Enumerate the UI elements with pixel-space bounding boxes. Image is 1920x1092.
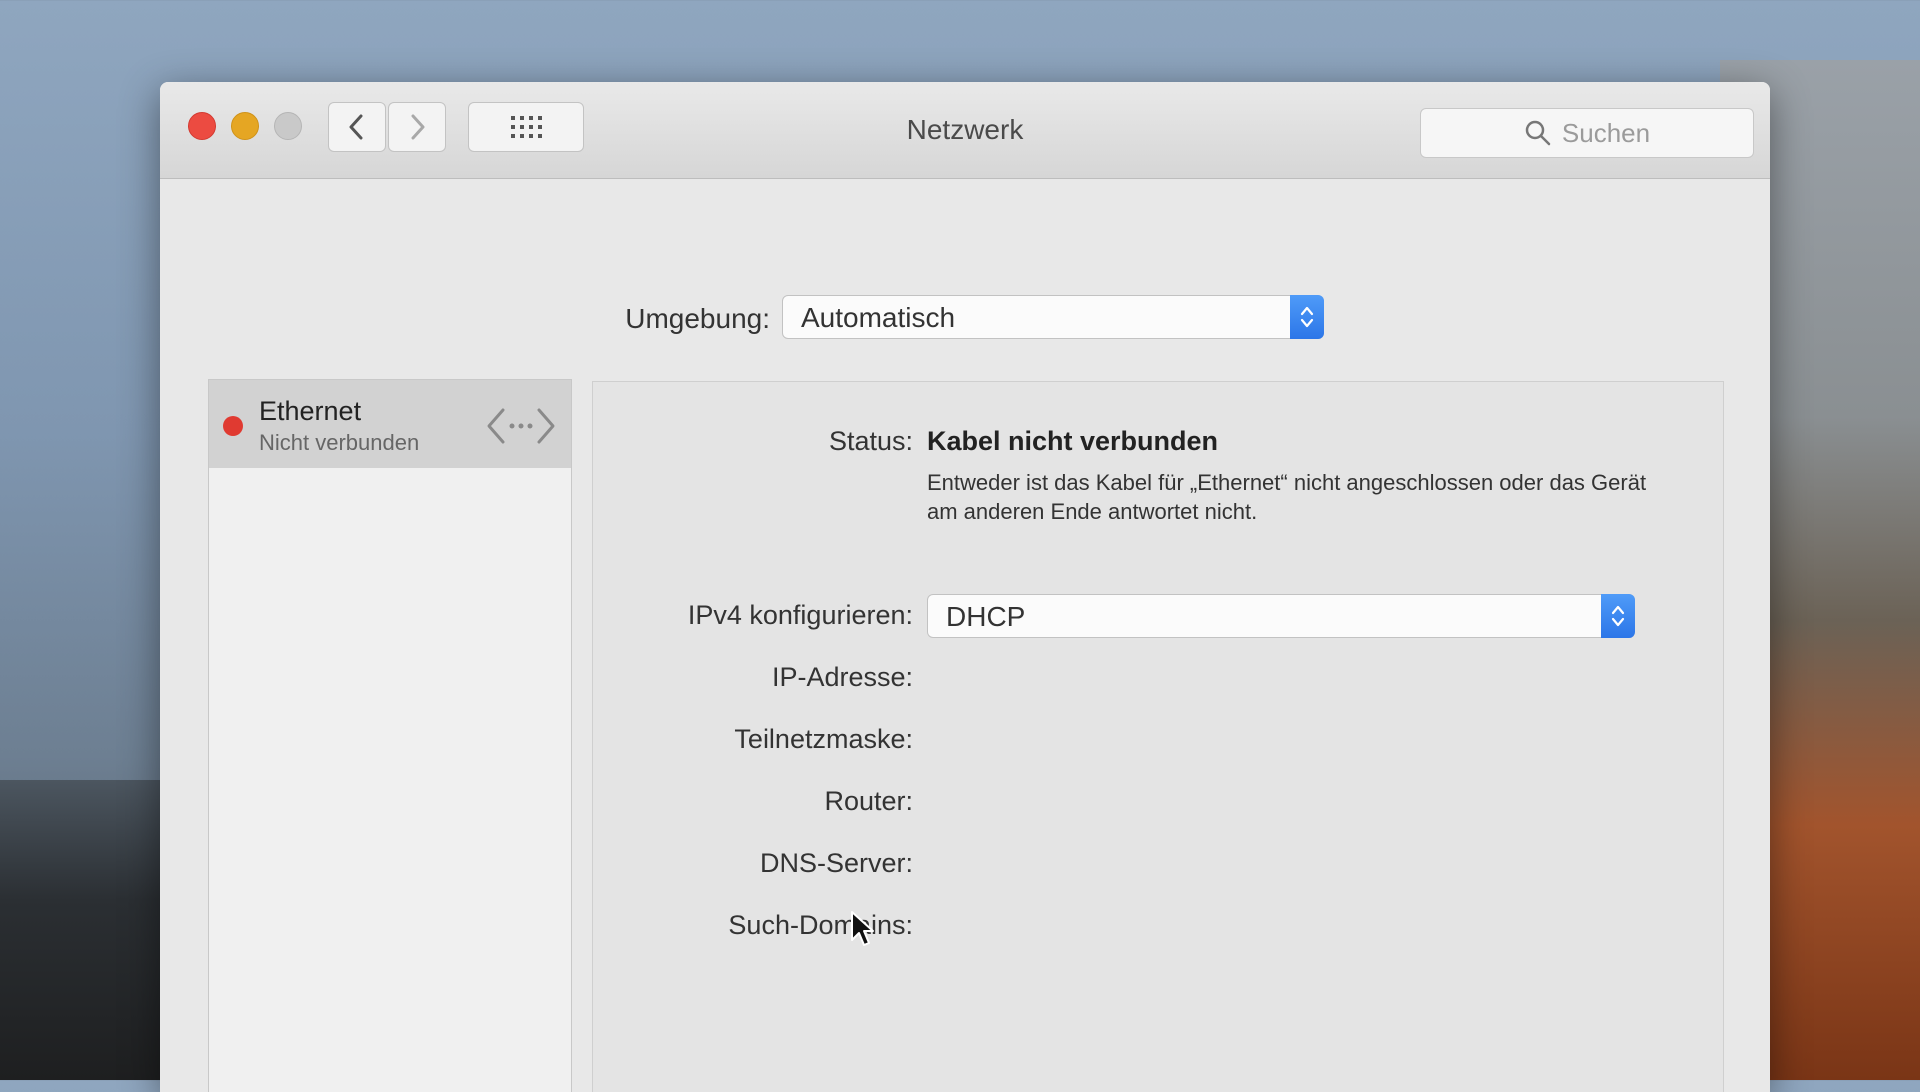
service-detail-pane: Status: Kabel nicht verbunden Entweder i…	[592, 381, 1724, 1092]
ipv4-value: DHCP	[946, 601, 1026, 632]
location-value: Automatisch	[801, 302, 956, 333]
search-icon	[1525, 120, 1551, 146]
location-popup[interactable]: Automatisch	[782, 295, 1324, 339]
search-placeholder: Suchen	[1561, 117, 1651, 148]
location-label: Umgebung:	[625, 303, 770, 334]
ipv4-configure-popup[interactable]: DHCP	[927, 594, 1635, 638]
title-bar: Netzwerk Suchen	[160, 82, 1770, 179]
service-item-ethernet[interactable]: Ethernet Nicht verbunden	[209, 380, 571, 468]
popup-stepper	[1290, 295, 1324, 339]
up-down-chevron-icon	[1300, 306, 1314, 328]
status-label: Status:	[828, 426, 913, 456]
status-description: Entweder ist das Kabel für „Ethernet“ ni…	[927, 470, 1647, 524]
popup-stepper	[1601, 594, 1635, 638]
service-status: Nicht verbunden	[259, 430, 420, 455]
service-name: Ethernet	[259, 396, 362, 426]
ethernet-arrows-icon	[487, 408, 555, 444]
up-down-chevron-icon	[1611, 605, 1625, 627]
preferences-content: Umgebung: Automatisch Ethernet Nicht ver…	[160, 179, 1770, 1092]
network-preferences-window: Netzwerk Suchen Umgebung: Automatisch Et	[160, 82, 1770, 1092]
status-dot	[223, 416, 243, 436]
service-list: Ethernet Nicht verbunden	[208, 379, 572, 1092]
search-field[interactable]: Suchen	[1420, 108, 1754, 158]
dns-server-label: DNS-Server:	[759, 848, 913, 878]
router-label: Router:	[824, 786, 913, 816]
mouse-cursor-icon	[851, 911, 874, 946]
subnet-mask-label: Teilnetzmaske:	[734, 724, 913, 754]
ipv4-label: IPv4 konfigurieren:	[687, 600, 913, 630]
ip-address-label: IP-Adresse:	[771, 662, 913, 692]
status-value: Kabel nicht verbunden	[927, 426, 1219, 456]
